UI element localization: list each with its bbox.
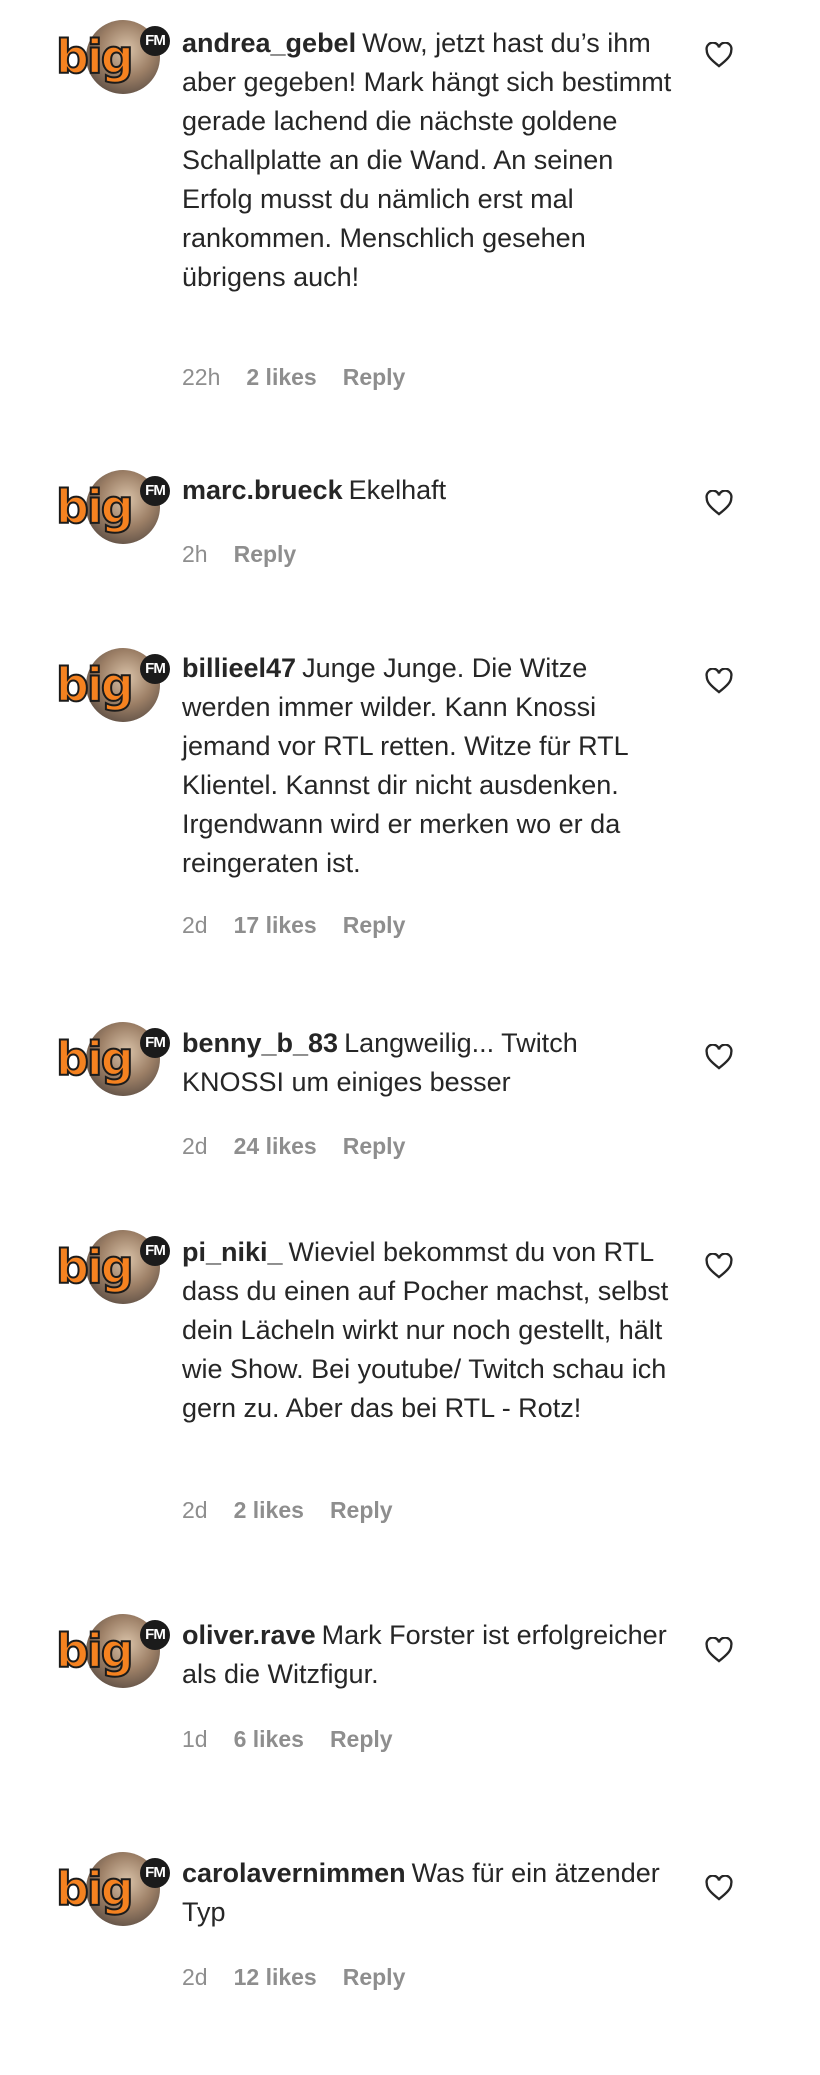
bigfm-logo-badge: FM: [140, 654, 170, 684]
comment-text: marc.brueck Ekelhaft: [182, 471, 682, 510]
reply-button[interactable]: Reply: [343, 1964, 406, 1991]
likes-count[interactable]: 2 likes: [234, 1497, 304, 1524]
comment-meta: 2h Reply: [182, 541, 296, 568]
bigfm-logo-text: big: [55, 1240, 135, 1294]
bigfm-logo-badge: FM: [140, 1858, 170, 1888]
username[interactable]: billieel47: [182, 653, 296, 683]
bigfm-logo-badge: FM: [140, 26, 170, 56]
reply-button[interactable]: Reply: [330, 1497, 393, 1524]
likes-count[interactable]: 12 likes: [234, 1964, 317, 1991]
comment-body: Wow, jetzt hast du’s ihm aber gegeben! M…: [182, 28, 672, 292]
bigfm-logo-text: big: [55, 658, 135, 712]
bigfm-logo-text: big: [55, 1624, 135, 1678]
comment-meta: 2d 24 likes Reply: [182, 1133, 405, 1160]
username[interactable]: pi_niki_: [182, 1237, 283, 1267]
comment-text: oliver.rave Mark Forster ist erfolgreiche…: [182, 1616, 682, 1694]
reply-button[interactable]: Reply: [343, 364, 406, 391]
avatar[interactable]: big FM: [55, 470, 170, 546]
timestamp[interactable]: 22h: [182, 364, 220, 391]
bigfm-logo-text: big: [55, 1032, 135, 1086]
reply-button[interactable]: Reply: [330, 1726, 393, 1753]
reply-button[interactable]: Reply: [343, 912, 406, 939]
like-heart-icon[interactable]: [705, 1044, 733, 1070]
timestamp[interactable]: 1d: [182, 1726, 208, 1753]
comment-body: Junge Junge. Die Witze werden immer wild…: [182, 653, 628, 878]
like-heart-icon[interactable]: [705, 42, 733, 68]
comment-meta: 1d 6 likes Reply: [182, 1726, 393, 1753]
timestamp[interactable]: 2h: [182, 541, 208, 568]
avatar[interactable]: big FM: [55, 1852, 170, 1928]
like-heart-icon[interactable]: [705, 1637, 733, 1663]
username[interactable]: carolavernimmen: [182, 1858, 406, 1888]
avatar[interactable]: big FM: [55, 648, 170, 724]
like-heart-icon[interactable]: [705, 490, 733, 516]
comment-body: Ekelhaft: [348, 475, 447, 505]
bigfm-logo-text: big: [55, 480, 135, 534]
comment-text: billieel47 Junge Junge. Die Witze werden …: [182, 649, 682, 883]
reply-button[interactable]: Reply: [343, 1133, 406, 1160]
timestamp[interactable]: 2d: [182, 1133, 208, 1160]
avatar[interactable]: big FM: [55, 1022, 170, 1098]
comment-text: pi_niki_ Wieviel bekommst du von RTL dass…: [182, 1233, 682, 1428]
likes-count[interactable]: 2 likes: [246, 364, 316, 391]
like-heart-icon[interactable]: [705, 1253, 733, 1279]
timestamp[interactable]: 2d: [182, 1964, 208, 1991]
like-heart-icon[interactable]: [705, 1875, 733, 1901]
comment-text: carolavernimmen Was für ein ätzender Typ: [182, 1854, 682, 1932]
comment-text: benny_b_83 Langweilig... Twitch KNOSSI um…: [182, 1024, 682, 1102]
avatar[interactable]: big FM: [55, 1230, 170, 1306]
like-heart-icon[interactable]: [705, 668, 733, 694]
timestamp[interactable]: 2d: [182, 912, 208, 939]
comment-meta: 2d 12 likes Reply: [182, 1964, 405, 1991]
comment-meta: 22h 2 likes Reply: [182, 364, 405, 391]
likes-count[interactable]: 24 likes: [234, 1133, 317, 1160]
username[interactable]: marc.brueck: [182, 475, 343, 505]
bigfm-logo-text: big: [55, 30, 135, 84]
bigfm-logo-badge: FM: [140, 476, 170, 506]
bigfm-logo-badge: FM: [140, 1236, 170, 1266]
avatar[interactable]: big FM: [55, 20, 170, 96]
bigfm-logo-badge: FM: [140, 1028, 170, 1058]
comment-meta: 2d 17 likes Reply: [182, 912, 405, 939]
comment-meta: 2d 2 likes Reply: [182, 1497, 393, 1524]
username[interactable]: andrea_gebel: [182, 28, 356, 58]
likes-count[interactable]: 6 likes: [234, 1726, 304, 1753]
comment-text: andrea_gebel Wow, jetzt hast du’s ihm abe…: [182, 24, 682, 297]
bigfm-logo-text: big: [55, 1862, 135, 1916]
likes-count[interactable]: 17 likes: [234, 912, 317, 939]
bigfm-logo-badge: FM: [140, 1620, 170, 1650]
username[interactable]: oliver.rave: [182, 1620, 316, 1650]
username[interactable]: benny_b_83: [182, 1028, 338, 1058]
reply-button[interactable]: Reply: [234, 541, 297, 568]
timestamp[interactable]: 2d: [182, 1497, 208, 1524]
avatar[interactable]: big FM: [55, 1614, 170, 1690]
